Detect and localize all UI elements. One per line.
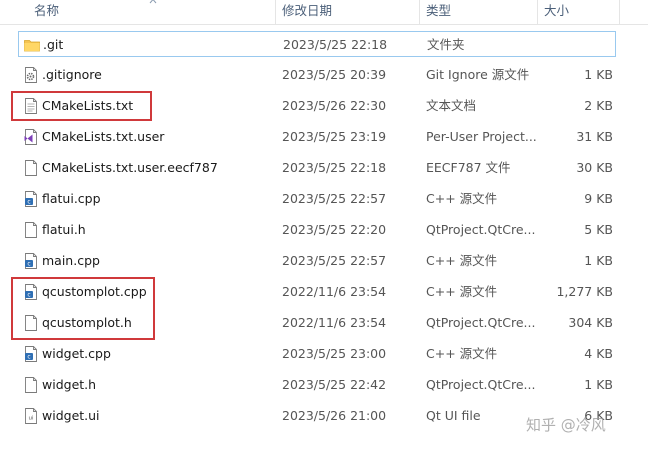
file-row[interactable]: .git 2023/5/25 22:18 文件夹: [18, 31, 616, 57]
file-type: C++ 源文件: [426, 191, 498, 206]
file-row[interactable]: flatui.h 2023/5/25 22:20 QtProject.QtCre..…: [18, 217, 616, 243]
svg-text:c: c: [27, 199, 30, 206]
file-size: 5 KB: [584, 222, 613, 237]
file-date-modified: 2022/11/6 23:54: [282, 284, 387, 299]
file-name: widget.ui: [42, 408, 100, 423]
file-date-modified: 2023/5/25 20:39: [282, 67, 387, 82]
file-type: QtProject.QtCre...: [426, 222, 536, 237]
file-type: C++ 源文件: [426, 253, 498, 268]
file-date-modified: 2023/5/25 23:19: [282, 129, 387, 144]
file-date-modified: 2023/5/26 22:30: [282, 98, 387, 113]
sort-ascending-icon: [149, 0, 157, 4]
column-header-type-label: 类型: [426, 3, 452, 18]
file-name: widget.cpp: [42, 346, 111, 361]
file-date-modified: 2022/11/6 23:54: [282, 315, 387, 330]
file-date-modified: 2023/5/25 22:57: [282, 253, 387, 268]
file-row[interactable]: .gitignore 2023/5/25 20:39 Git Ignore 源文件 1…: [18, 62, 616, 88]
file-row[interactable]: c flatui.cpp 2023/5/25 22:57 C++ 源文件 9 KB: [18, 186, 616, 212]
file-date-modified: 2023/5/25 22:20: [282, 222, 387, 237]
file-type: EECF787 文件: [426, 160, 511, 175]
file-name: .gitignore: [42, 67, 102, 82]
column-header-type[interactable]: 类型: [419, 0, 537, 24]
column-header-date-modified[interactable]: 修改日期: [275, 0, 419, 24]
column-header-size[interactable]: 大小: [537, 0, 619, 24]
file-size: 2 KB: [584, 98, 613, 113]
file-size: 31 KB: [576, 129, 613, 144]
file-size: 30 KB: [576, 160, 613, 175]
file-name: CMakeLists.txt.user: [42, 129, 165, 144]
file-name: widget.h: [42, 377, 97, 392]
file-name: main.cpp: [42, 253, 100, 268]
file-type: Qt UI file: [426, 408, 481, 423]
file-type: Git Ignore 源文件: [426, 67, 530, 82]
file-row[interactable]: widget.h 2023/5/25 22:42 QtProject.QtCre..…: [18, 372, 616, 398]
svg-text:c: c: [27, 261, 30, 268]
file-type: C++ 源文件: [426, 346, 498, 361]
file-type: 文件夹: [427, 37, 465, 52]
cpp-file-icon: c: [22, 190, 40, 208]
blank-file-icon: [22, 221, 40, 239]
file-name: flatui.cpp: [42, 191, 101, 206]
cpp-file-icon: c: [22, 345, 40, 363]
file-date-modified: 2023/5/25 22:18: [282, 160, 387, 175]
file-name: CMakeLists.txt.user.eecf787: [42, 160, 218, 175]
column-header-name-label: 名称: [34, 3, 60, 18]
file-date-modified: 2023/5/26 21:00: [282, 408, 387, 423]
file-name: flatui.h: [42, 222, 86, 237]
file-row[interactable]: CMakeLists.txt.user.eecf787 2023/5/25 22:…: [18, 155, 616, 181]
file-size: [539, 32, 614, 58]
visual-studio-file-icon: [22, 128, 40, 146]
file-date-modified: 2023/5/25 23:00: [282, 346, 387, 361]
file-row[interactable]: c main.cpp 2023/5/25 22:57 C++ 源文件 1 KB: [18, 248, 616, 274]
file-size: 1 KB: [584, 253, 613, 268]
file-row[interactable]: CMakeLists.txt.user 2023/5/25 23:19 Per-Us…: [18, 124, 616, 150]
file-size: 1 KB: [584, 377, 613, 392]
file-size: 4 KB: [584, 346, 613, 361]
file-size: 1,277 KB: [556, 284, 613, 299]
file-type: Per-User Project...: [426, 129, 537, 144]
file-size: 1 KB: [584, 67, 613, 82]
cpp-file-icon: c: [22, 252, 40, 270]
file-type: QtProject.QtCre...: [426, 315, 536, 330]
column-header-spacer: [619, 0, 648, 24]
file-type: 文本文档: [426, 98, 477, 113]
file-size: 9 KB: [584, 191, 613, 206]
highlight-box-cmakelists: [11, 91, 152, 121]
highlight-box-qcustomplot: [11, 277, 155, 340]
file-type: QtProject.QtCre...: [426, 377, 536, 392]
blank-file-icon: [22, 159, 40, 177]
file-date-modified: 2023/5/25 22:42: [282, 377, 387, 392]
file-size: 304 KB: [568, 315, 613, 330]
file-row[interactable]: c widget.cpp 2023/5/25 23:00 C++ 源文件 4 KB: [18, 341, 616, 367]
watermark-text: 知乎 @冷风: [526, 416, 606, 434]
file-date-modified: 2023/5/25 22:57: [282, 191, 387, 206]
gear-file-icon: [22, 66, 40, 84]
folder-icon: [23, 36, 41, 54]
column-header-date-label: 修改日期: [282, 3, 333, 18]
svg-text:ui: ui: [28, 416, 33, 422]
blank-file-icon: [22, 376, 40, 394]
file-type: C++ 源文件: [426, 284, 498, 299]
file-name: .git: [43, 37, 64, 52]
column-header-bar: 名称 修改日期 类型 大小: [0, 0, 648, 25]
column-header-size-label: 大小: [544, 3, 570, 18]
ui-file-icon: ui: [22, 407, 40, 425]
file-date-modified: 2023/5/25 22:18: [283, 37, 388, 52]
svg-text:c: c: [27, 354, 30, 361]
